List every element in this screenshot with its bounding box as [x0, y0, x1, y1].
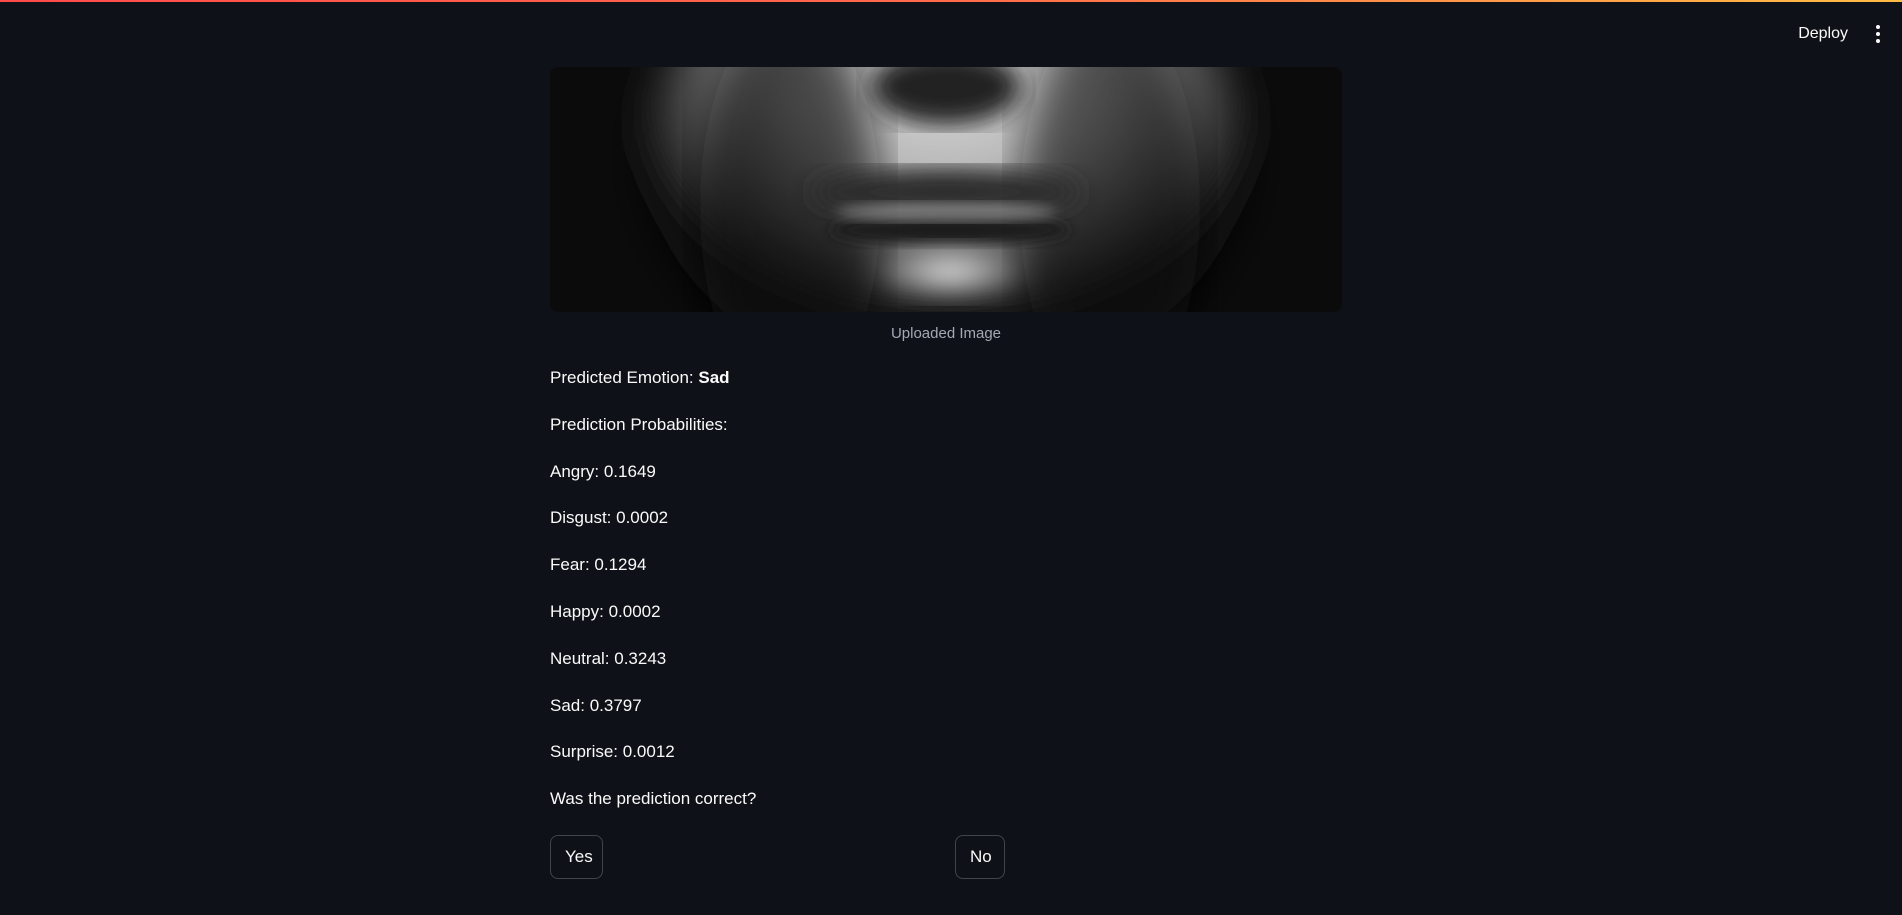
- uploaded-image: [550, 67, 1342, 312]
- probability-angry: Angry: 0.1649: [550, 462, 656, 481]
- predicted-emotion-label: Predicted Emotion:: [550, 368, 699, 387]
- probability-sad: Sad: 0.3797: [550, 696, 642, 715]
- probability-disgust: Disgust: 0.0002: [550, 508, 669, 527]
- probability-happy: Happy: 0.0002: [550, 602, 661, 621]
- yes-button[interactable]: Yes: [550, 835, 603, 879]
- probability-surprise: Surprise: 0.0012: [550, 742, 675, 761]
- deploy-button[interactable]: Deploy: [1790, 20, 1856, 48]
- predicted-emotion: Predicted Emotion: Sad: [550, 367, 730, 389]
- feedback-buttons: Yes No: [550, 835, 1342, 879]
- image-caption: Uploaded Image: [890, 325, 1002, 342]
- feedback-question: Was the prediction correct?: [550, 789, 757, 808]
- probability-fear: Fear: 0.1294: [550, 555, 647, 574]
- probabilities-heading: Prediction Probabilities:: [550, 415, 728, 434]
- app-header: Deploy: [0, 2, 1902, 62]
- vertical-ellipsis-icon[interactable]: [1866, 20, 1890, 48]
- predicted-emotion-value: Sad: [698, 368, 730, 387]
- probability-neutral: Neutral: 0.3243: [550, 649, 667, 668]
- main-content: Uploaded Image Predicted Emotion: Sad Pr…: [550, 67, 1342, 879]
- no-button[interactable]: No: [955, 835, 1005, 879]
